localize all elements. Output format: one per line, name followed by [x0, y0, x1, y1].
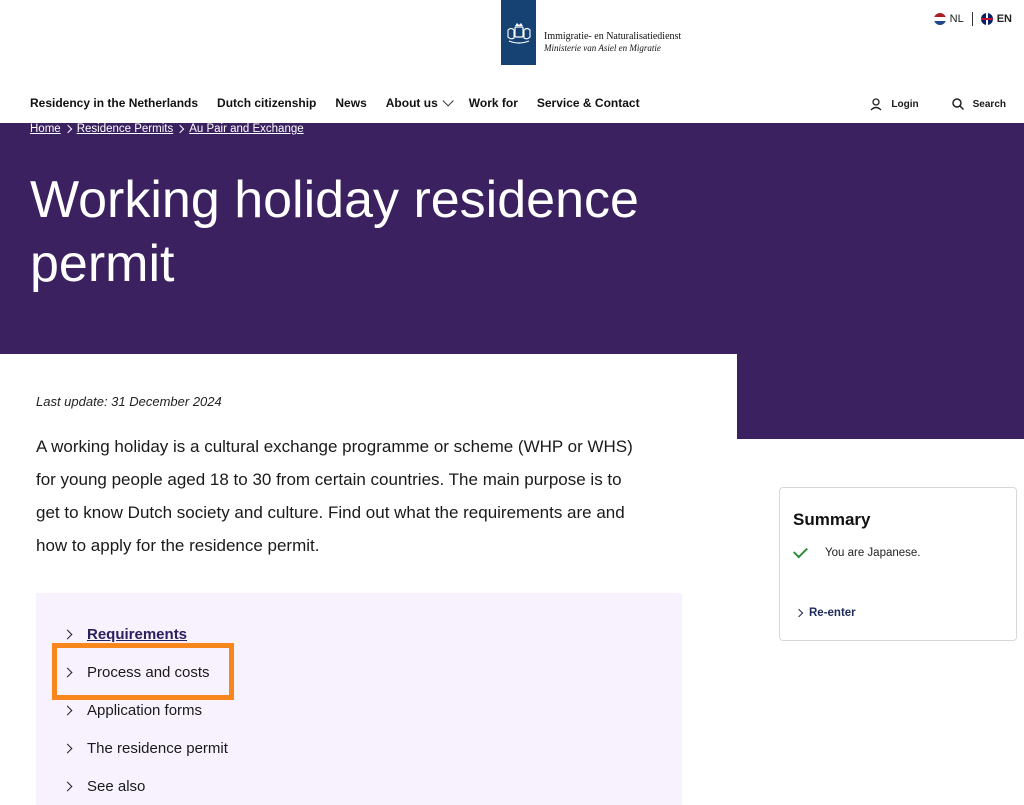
breadcrumb: Home Residence Permits Au Pair and Excha…	[30, 123, 304, 135]
page-title: Working holiday residence permit	[30, 171, 639, 293]
intro-text: A working holiday is a cultural exchange…	[36, 437, 633, 555]
ministry-name: Ministerie van Asiel en Migratie	[544, 42, 661, 53]
breadcrumb-home[interactable]: Home	[30, 123, 61, 135]
nav-work-for[interactable]: Work for	[469, 96, 518, 110]
nav-about-us[interactable]: About us	[385, 95, 454, 110]
summary-card: Summary You are Japanese. Re-enter	[779, 487, 1017, 641]
lang-en-link[interactable]: EN	[997, 13, 1012, 25]
search-icon	[951, 98, 964, 111]
login-button[interactable]: Login	[869, 97, 919, 111]
toc-see-also[interactable]: See also	[62, 778, 146, 795]
check-icon	[793, 543, 808, 559]
hero-banner: Home Residence Permits Au Pair and Excha…	[0, 123, 1024, 354]
chevron-right-icon	[175, 124, 185, 134]
flag-nl-icon	[933, 13, 946, 25]
re-enter-label: Re-enter	[809, 607, 856, 619]
summary-title: Summary	[793, 510, 871, 529]
re-enter-link[interactable]: Re-enter	[794, 607, 856, 619]
toc-application-forms[interactable]: Application forms	[62, 702, 203, 719]
breadcrumb-residence-permits[interactable]: Residence Permits	[77, 123, 174, 135]
summary-item: You are Japanese.	[793, 543, 921, 559]
hero-extension	[737, 354, 1024, 439]
chevron-right-icon	[62, 743, 73, 754]
nav-about-us-label: About us	[385, 96, 438, 110]
utility-nav: Login Search	[869, 97, 1006, 111]
logo[interactable]	[501, 0, 536, 65]
last-update: Last update: 31 December 2024	[36, 394, 222, 409]
toc-label: Process and costs	[87, 664, 210, 681]
toc-label: Requirements	[87, 626, 188, 643]
language-switch: NL EN	[933, 12, 1012, 26]
summary-nationality: You are Japanese.	[825, 547, 921, 559]
flag-uk-icon	[980, 13, 993, 25]
user-icon	[870, 98, 882, 111]
organisation-name: Immigratie- en Naturalisatiedienst Minis…	[544, 31, 681, 53]
breadcrumb-au-pair[interactable]: Au Pair and Exchange	[189, 123, 303, 135]
chevron-right-icon	[62, 781, 73, 792]
nav-service-contact[interactable]: Service & Contact	[537, 96, 640, 110]
nav-citizenship[interactable]: Dutch citizenship	[217, 96, 316, 110]
table-of-contents: Requirements Process and costs Applicati…	[36, 593, 682, 805]
chevron-right-icon	[63, 124, 72, 134]
search-button[interactable]: Search	[951, 97, 1006, 111]
divider	[971, 12, 973, 26]
chevron-right-icon	[62, 629, 73, 640]
chevron-down-icon	[442, 95, 454, 107]
toc-label: See also	[87, 778, 146, 795]
coat-of-arms-icon	[506, 22, 531, 44]
chevron-right-icon	[62, 667, 73, 678]
main-nav: Residency in the Netherlands Dutch citiz…	[30, 95, 640, 110]
chevron-right-icon	[794, 608, 804, 618]
toc-label: The residence permit	[87, 740, 228, 757]
lang-nl-link[interactable]: NL	[950, 13, 964, 25]
toc-requirements[interactable]: Requirements	[62, 626, 188, 643]
toc-residence-permit[interactable]: The residence permit	[62, 740, 228, 757]
org-name: Immigratie- en Naturalisatiedienst	[544, 31, 682, 42]
login-label: Login	[891, 98, 919, 110]
search-label: Search	[972, 98, 1006, 110]
nav-news[interactable]: News	[335, 96, 366, 110]
nav-residency[interactable]: Residency in the Netherlands	[30, 96, 198, 110]
chevron-right-icon	[62, 705, 73, 716]
toc-process-and-costs[interactable]: Process and costs	[62, 664, 210, 681]
toc-label: Application forms	[87, 702, 203, 719]
